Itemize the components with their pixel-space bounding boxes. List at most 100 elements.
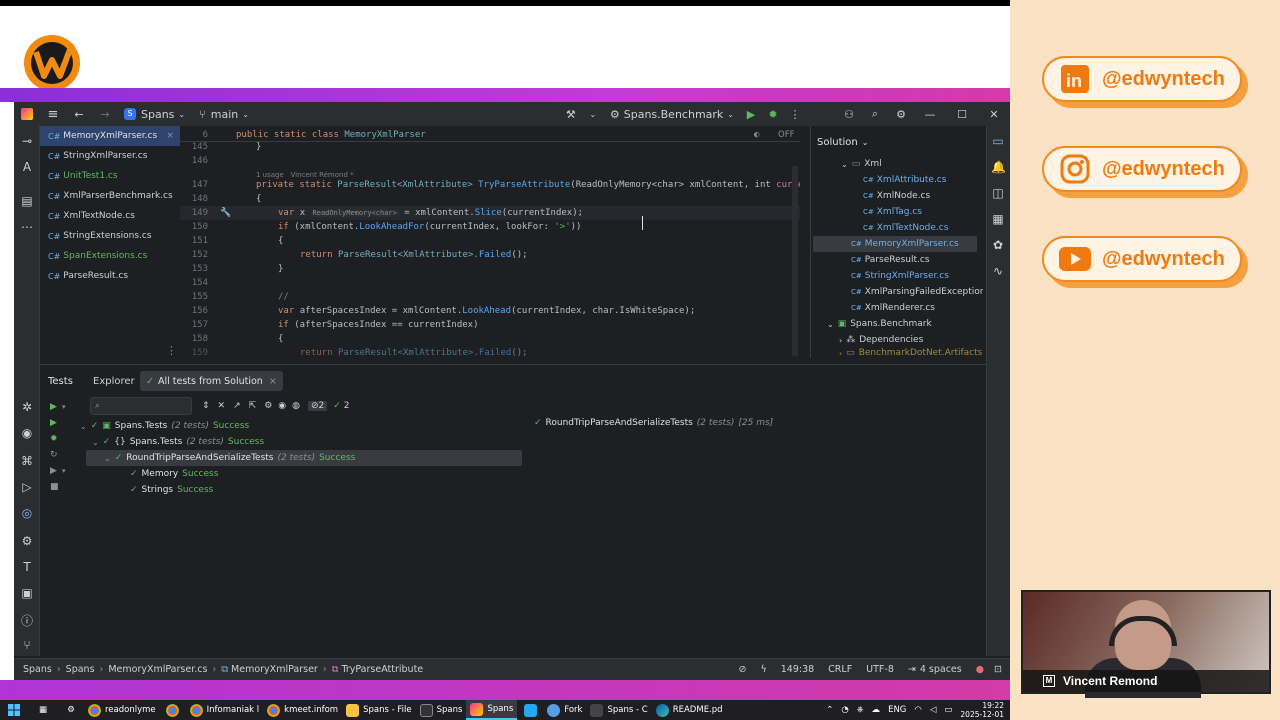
close-icon[interactable]: ✕: [978, 102, 1010, 126]
tree-file-selected[interactable]: C# MemoryXmlParser.cs: [813, 236, 977, 252]
filter-gear-icon[interactable]: ⚙: [264, 401, 272, 411]
maximize-icon[interactable]: ☐: [946, 102, 978, 126]
database-icon[interactable]: ◫: [991, 186, 1005, 200]
notifications-bell-icon[interactable]: 🔔: [991, 160, 1006, 174]
instagram-badge[interactable]: @edwyntech: [1042, 146, 1242, 192]
tree-folder-artifacts[interactable]: › ▭ BenchmarkDotNet.Artifacts: [839, 348, 982, 358]
add-user-icon[interactable]: ⚇: [836, 102, 862, 126]
debug-bug-icon[interactable]: ✹: [762, 102, 784, 126]
stop-icon[interactable]: ■: [50, 479, 59, 495]
taskbar-app[interactable]: readonlyme: [84, 700, 160, 720]
breadcrumb-item[interactable]: TryParseAttribute: [341, 664, 423, 675]
test-tree-class-selected[interactable]: ⌄ ✓ RoundTripParseAndSerializeTests (2 test…: [86, 450, 522, 466]
track-icon[interactable]: ◍: [292, 401, 300, 411]
build-hammer-icon[interactable]: ⚒: [560, 102, 582, 126]
youtube-badge[interactable]: @edwyntech: [1042, 236, 1242, 282]
breadcrumb-item[interactable]: MemoryXmlParser.cs: [108, 664, 207, 675]
tree-file[interactable]: C# StringXmlParser.cs: [851, 268, 949, 284]
file-tab[interactable]: C# ParseResult.cs: [40, 266, 180, 286]
tab-all-tests[interactable]: ✓ All tests from Solution ×: [140, 371, 283, 391]
build-icon[interactable]: T: [20, 560, 34, 574]
widgets-icon[interactable]: ▦: [28, 700, 58, 720]
file-tab[interactable]: C# XmlParserBenchmark.cs: [40, 186, 180, 206]
chevron-down-icon[interactable]: ▾: [62, 463, 66, 479]
caret-position[interactable]: 149:38: [781, 664, 814, 675]
tree-file[interactable]: C# XmlNode.cs: [863, 188, 930, 204]
volume-icon[interactable]: ◁: [926, 700, 941, 720]
taskbar-app[interactable]: [517, 700, 543, 720]
unit-tests-icon[interactable]: ✲: [20, 400, 34, 414]
chevron-down-icon[interactable]: ▾: [62, 399, 66, 415]
file-encoding[interactable]: UTF-8: [866, 664, 894, 675]
taskbar-app[interactable]: Spans - File: [342, 700, 416, 720]
back-arrow-icon[interactable]: ←: [66, 102, 92, 126]
solution-header[interactable]: Solution ⌄: [817, 134, 868, 150]
problems-icon[interactable]: ⚙: [20, 534, 34, 548]
indent-setting[interactable]: 4 spaces: [920, 664, 962, 675]
tray-app-icon[interactable]: ⎈: [853, 700, 868, 720]
more-vertical-icon[interactable]: ⋮: [784, 102, 806, 126]
run-tests-icon[interactable]: ▶: [50, 399, 57, 415]
taskbar-app[interactable]: kmeet.infom: [263, 700, 342, 720]
taskbar-app[interactable]: Spans: [416, 700, 467, 720]
run-tool-icon[interactable]: ▷: [20, 480, 34, 494]
import-icon[interactable]: ⇱: [249, 401, 257, 411]
taskbar-app[interactable]: README.pd: [652, 700, 727, 720]
main-menu-icon[interactable]: ≡: [40, 102, 66, 126]
test-tree-root[interactable]: ⌄ ✓ ▣ Spans.Tests (2 tests) Success: [80, 418, 249, 434]
taskbar-app[interactable]: [160, 700, 186, 720]
tree-file[interactable]: C# ParseResult.cs: [851, 252, 930, 268]
file-tab[interactable]: C# StringExtensions.cs: [40, 226, 180, 246]
power-save-icon[interactable]: ϟ: [760, 664, 766, 675]
search-icon[interactable]: ⌕: [862, 102, 888, 126]
file-tab-active[interactable]: C# MemoryXmlParser.cs ×: [40, 126, 180, 146]
input-language[interactable]: ENG: [884, 700, 910, 720]
tree-file[interactable]: C# XmlTag.cs: [863, 204, 922, 220]
test-case-strings[interactable]: ✓ Strings Success: [130, 482, 213, 498]
terminal-icon[interactable]: ▣: [20, 586, 34, 600]
inlay-off-toggle[interactable]: OFF: [778, 130, 794, 140]
close-tab-icon[interactable]: ×: [269, 376, 277, 387]
tray-onedrive-icon[interactable]: ☁: [868, 700, 885, 720]
taskbar-app[interactable]: Infomaniak l: [186, 700, 264, 720]
settings-gear-icon[interactable]: ⚙: [58, 700, 84, 720]
code-editor[interactable]: 6 public static class MemoryXmlParser ◐ O…: [180, 126, 800, 358]
passed-filter[interactable]: ✓ 2: [333, 401, 349, 411]
tray-chevron-icon[interactable]: ⌃: [822, 700, 837, 720]
breadcrumb-item[interactable]: Spans: [23, 664, 52, 675]
info-icon[interactable]: ⓘ: [20, 614, 34, 628]
ignored-filter[interactable]: ⊘2: [307, 401, 328, 411]
test-tree-namespace[interactable]: ⌄ ✓{} Spans.Tests (2 tests) Success: [92, 434, 264, 450]
file-tab[interactable]: C# UnitTest1.cs: [40, 166, 180, 186]
line-endings[interactable]: CRLF: [828, 664, 852, 675]
ai-assistant-icon[interactable]: ✿: [991, 238, 1005, 252]
tray-app-icon[interactable]: ◔: [837, 700, 852, 720]
export-icon[interactable]: ↗: [233, 401, 241, 411]
more-vertical-icon[interactable]: ⋮: [166, 344, 177, 357]
windows-start-icon[interactable]: [0, 700, 28, 720]
linkedin-badge[interactable]: in @edwyntech: [1042, 56, 1242, 102]
file-tab[interactable]: C# XmlTextNode.cs: [40, 206, 180, 226]
run-continuous-icon[interactable]: ▶: [50, 463, 57, 479]
battery-icon[interactable]: ▭: [940, 700, 956, 720]
project-selector[interactable]: S Spans ⌄: [118, 102, 191, 126]
minimize-icon[interactable]: —: [914, 102, 946, 126]
tree-file[interactable]: C# XmlRenderer.cs: [851, 300, 935, 316]
chevron-down-icon[interactable]: ⌄: [582, 102, 604, 126]
settings-gear-icon[interactable]: ⚙: [888, 102, 914, 126]
reader-mode-icon[interactable]: ◐: [754, 130, 759, 140]
inspection-ok-icon[interactable]: ⊘: [739, 664, 747, 675]
taskbar-app[interactable]: Fork: [543, 700, 586, 720]
ai-status-icon[interactable]: ●: [976, 664, 984, 675]
tab-explorer[interactable]: Explorer: [93, 371, 135, 391]
debug-icon[interactable]: ⌘: [20, 454, 34, 468]
run-again-icon[interactable]: ▶: [50, 415, 57, 431]
tests-tool-icon[interactable]: ◎: [20, 506, 34, 520]
show-ignored-icon[interactable]: ◉: [278, 401, 286, 411]
test-case-memory[interactable]: ✓ Memory Success: [130, 466, 218, 482]
tests-search-input[interactable]: ⌕: [90, 397, 192, 415]
debug-tests-icon[interactable]: ✹: [50, 431, 58, 447]
structure-icon[interactable]: A: [20, 160, 34, 174]
taskbar-app[interactable]: Spans - C: [586, 700, 651, 720]
close-tab-icon[interactable]: ×: [166, 131, 174, 141]
